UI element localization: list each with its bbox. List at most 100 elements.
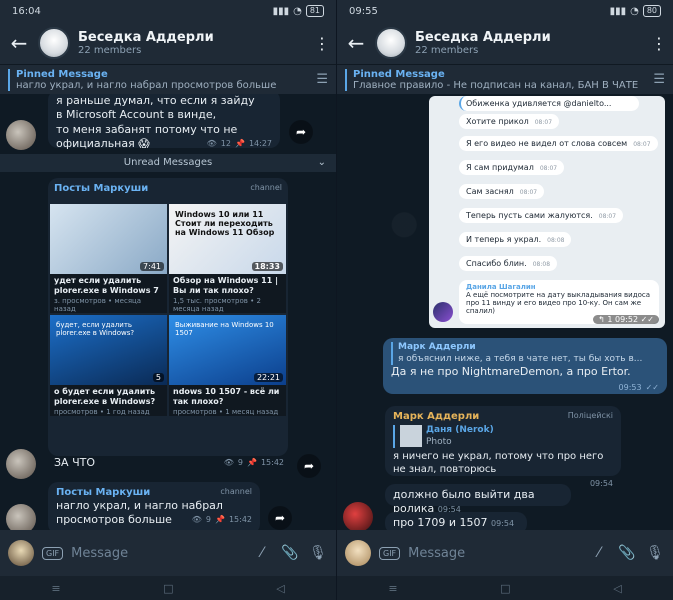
channel-name[interactable]: Посты Маркуши (54, 182, 148, 195)
pinned-message-bar[interactable]: Pinned Message Главное правило - Не подп… (337, 64, 673, 94)
pin-list-icon[interactable]: ☰ (643, 72, 665, 87)
share-icon[interactable]: ➦ (297, 454, 321, 478)
pinned-message-bar[interactable]: Pinned Message нагло украл, и нагло набр… (0, 64, 336, 94)
back-arrow-icon[interactable]: ← (345, 31, 367, 55)
outgoing-message[interactable]: Марк Аддерли я объяснил ниже, а тебя в ч… (383, 338, 667, 394)
reply-icon: ↰ (598, 315, 605, 324)
battery-icon: 80 (642, 5, 661, 17)
screenshot-photo[interactable]: Обиженка удивляется @danielto... Хотите … (429, 96, 665, 328)
gif-button[interactable]: GIF (42, 546, 64, 560)
video-tile[interactable]: Выживание на Windows 10 1507 22:21 ndows… (169, 315, 286, 417)
command-icon[interactable]: ⁄ (589, 545, 609, 561)
pinned-body: нагло украл, и нагло набрал просмотров б… (16, 79, 277, 91)
screenshot-text: А ещё посмотрите на дату выкладывания ви… (466, 291, 650, 315)
screenshot-time: 08:07 (633, 141, 651, 148)
share-icon[interactable]: ➦ (289, 120, 313, 144)
video-meta: з. просмотров • месяца назад (54, 297, 142, 314)
video-thumbnail: Выживание на Windows 10 1507 22:21 (169, 315, 286, 386)
views-count: 9 (205, 515, 211, 525)
chat-header: ← Беседка Аддерли 22 members ⋮ (0, 22, 336, 64)
screenshot-time: 08:08 (532, 261, 551, 268)
video-duration: 7:41 (140, 262, 164, 271)
more-menu-icon[interactable]: ⋮ (314, 34, 330, 53)
chevron-down-icon[interactable]: ⌄ (318, 154, 326, 172)
attach-icon[interactable]: 📎 (280, 545, 300, 561)
reply-count: 1 (607, 315, 613, 324)
chat-title-block[interactable]: Беседка Аддерли 22 members (415, 30, 643, 56)
incoming-message[interactable]: про 1709 и 1507 09:54 (385, 512, 527, 530)
more-menu-icon[interactable]: ⋮ (651, 34, 667, 53)
video-tile[interactable]: Windows 10 или 11 Стоит ли переходить на… (169, 204, 286, 314)
message-time: 09:54 (589, 479, 613, 489)
message-row: ЗА ЧТО 👁 9 📌 15:42 (54, 456, 284, 469)
share-icon[interactable]: ➦ (268, 506, 292, 530)
incoming-message[interactable]: должно было выйти два ролика 09:54 (385, 484, 571, 515)
video-title: о будет если удалить plorer.exe в Window… (54, 387, 156, 406)
message-text: я ничего не украл, потому что про него н… (393, 451, 604, 476)
back-nav-icon[interactable]: ◁ (613, 582, 621, 595)
screenshot-text: Сам заснял (466, 187, 514, 196)
reply-quote[interactable]: Даня (Nerok) Photo (393, 425, 613, 449)
pin-icon: 📌 (246, 458, 257, 467)
chat-header: ← Беседка Аддерли 22 members ⋮ (337, 22, 673, 64)
signal-icon: ▮▮▮ (609, 5, 627, 17)
reply-text: я объяснил ниже, а тебя в чате нет, ты б… (398, 353, 643, 364)
message-bubble[interactable]: я раньше думал, что если я зайду в Micro… (48, 94, 280, 151)
screenshot-message: И теперь я украл. 08:08 (459, 232, 572, 247)
reply-photo-thumbnail (400, 425, 422, 447)
home-icon[interactable]: □ (163, 582, 173, 595)
command-icon[interactable]: ⁄ (252, 545, 272, 561)
pin-icon: 📌 (214, 515, 225, 525)
message-input[interactable]: Message (71, 546, 244, 561)
message-text: про 1709 и 1507 (393, 516, 488, 529)
message-list[interactable]: Обиженка удивляется @danielto... Хотите … (337, 94, 673, 530)
avatar[interactable] (343, 502, 373, 530)
views-count: 12 (220, 138, 231, 148)
thumbnail-text: будет, если удалить plorer.exe в Windows… (56, 321, 135, 338)
microphone-icon[interactable]: 🎙 (308, 545, 328, 561)
sender-avatar[interactable] (345, 540, 371, 566)
forwarded-post[interactable]: Посты Маркуши channel нагло украл, и наг… (48, 482, 260, 530)
incoming-message[interactable]: Марк Аддерли Поліцейскі Даня (Nerok) Pho… (385, 406, 621, 488)
sender-avatar[interactable] (8, 540, 34, 566)
reply-quote[interactable]: Марк Аддерли я объяснил ниже, а тебя в ч… (391, 342, 659, 366)
sender-name[interactable]: Марк Аддерли (393, 410, 479, 423)
gif-button[interactable]: GIF (379, 546, 401, 560)
group-avatar[interactable] (38, 27, 70, 59)
photo-time: 09:52 (614, 315, 639, 324)
video-duration: 22:21 (253, 373, 283, 383)
pin-list-icon[interactable]: ☰ (306, 72, 328, 87)
video-tile[interactable]: будет, если удалить plorer.exe в Windows… (50, 315, 167, 417)
thumbnail-text: Windows 10 или 11 Стоит ли переходить на… (175, 210, 275, 237)
video-meta: 1,5 тыс. просмотров • 2 месяца назад (173, 297, 261, 314)
avatar[interactable] (6, 504, 36, 530)
channel-name[interactable]: Посты Маркуши (56, 486, 150, 499)
message-input[interactable]: Message (408, 546, 581, 561)
video-tile[interactable]: 7:41 удет если удалить plorer.exe в Wind… (50, 204, 167, 314)
avatar[interactable] (6, 449, 36, 479)
screenshot-message: Я его видео не видел от слова совсем 08:0… (459, 136, 658, 151)
chat-title-block[interactable]: Беседка Аддерли 22 members (78, 30, 306, 56)
group-avatar[interactable] (375, 27, 407, 59)
message-line: то меня забанят потому что не (56, 122, 238, 136)
message-list[interactable]: я раньше думал, что если я зайду в Micro… (0, 94, 336, 530)
status-time: 09:55 (349, 5, 378, 17)
attach-icon[interactable]: 📎 (617, 545, 637, 561)
status-bar: 09:55 ▮▮▮ ◔ 80 (337, 0, 673, 22)
message-composer: GIF Message ⁄ 📎 🎙 (337, 530, 673, 576)
video-title: Обзор на Windows 11 | Вы ли так плохо? (173, 276, 279, 295)
message-text: Да я не про NightmareDemon, а про Ertor. (391, 365, 631, 379)
screenshot-time: 08:08 (547, 237, 565, 244)
message-time: 09:53 (618, 382, 642, 392)
recent-apps-icon[interactable]: ≡ (51, 582, 60, 595)
home-icon[interactable]: □ (500, 582, 510, 595)
recent-apps-icon[interactable]: ≡ (388, 582, 397, 595)
back-nav-icon[interactable]: ◁ (276, 582, 284, 595)
back-arrow-icon[interactable]: ← (8, 31, 30, 55)
pinned-title: Pinned Message (353, 68, 445, 80)
status-time: 16:04 (12, 5, 41, 17)
sender-role: Поліцейскі (567, 411, 613, 421)
message-meta: 👁 12 📌 14:27 (207, 137, 272, 151)
avatar[interactable] (6, 120, 36, 150)
microphone-icon[interactable]: 🎙 (645, 545, 665, 561)
